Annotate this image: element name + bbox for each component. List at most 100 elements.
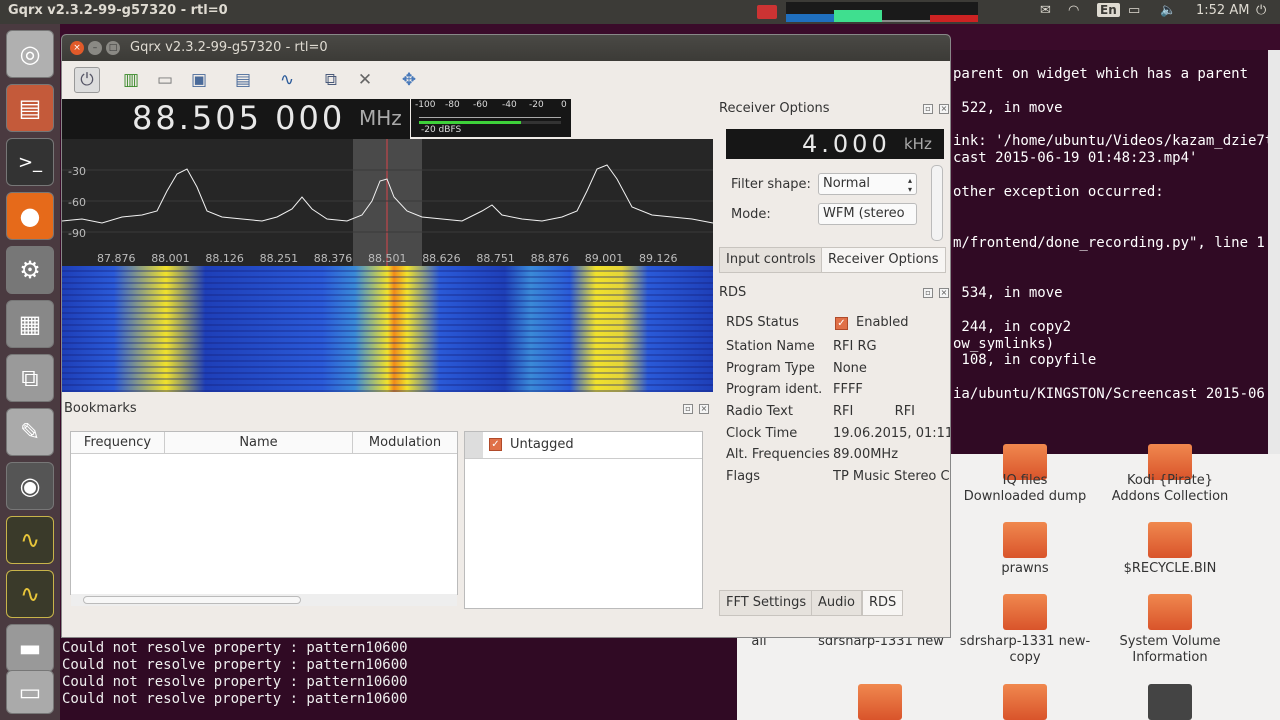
folder-icon[interactable] (1003, 594, 1047, 630)
folder-icon[interactable] (1003, 522, 1047, 558)
gqrx-icon-2[interactable]: ∿ (6, 570, 54, 618)
printer-icon[interactable]: ▭ (6, 670, 54, 714)
tab-rds[interactable]: RDS (862, 590, 904, 616)
battery-icon[interactable]: ▭ (1128, 3, 1140, 18)
offset-display[interactable]: 4.000 kHz (726, 129, 944, 159)
tag-label[interactable]: Untagged (510, 437, 574, 452)
memory-graph-icon[interactable] (834, 2, 882, 22)
fft-x-label: 88.001 (151, 252, 190, 265)
tools-icon[interactable]: ✕ (352, 67, 378, 93)
speaker-icon[interactable]: 🔈 (1160, 3, 1176, 18)
rds-value: RFI RG (833, 339, 877, 354)
rds-enabled-checkbox[interactable]: ✓ (835, 317, 848, 330)
tag-checkbox[interactable]: ✓ (489, 438, 502, 451)
folder-icon[interactable] (1148, 522, 1192, 558)
table-header: Frequency Name Modulation (71, 432, 457, 454)
maximize-icon[interactable]: □ (106, 41, 120, 55)
bookmark-icon[interactable]: ▤ (230, 67, 256, 93)
right-dock: Receiver Options ▫ × 4.000 kHz Filter sh… (713, 99, 950, 637)
terminal-scrollbar[interactable] (1268, 50, 1280, 454)
folder-icon[interactable] (1148, 594, 1192, 630)
tab-fft-settings[interactable]: FFT Settings (719, 590, 814, 616)
waterfall[interactable] (62, 266, 713, 392)
mail-icon[interactable]: ✉ (1040, 3, 1051, 18)
device-icon[interactable]: ▥ (118, 67, 144, 93)
record-icon[interactable] (757, 5, 777, 19)
close-icon[interactable]: × (699, 404, 709, 414)
close-icon[interactable]: × (70, 41, 84, 55)
minimize-icon[interactable]: – (88, 41, 102, 55)
bottom-terminal: Could not resolve property : pattern1060… (60, 636, 737, 720)
undock-icon[interactable]: ▫ (923, 288, 933, 298)
gqrx-icon[interactable]: ∿ (6, 516, 54, 564)
bookmarks-table[interactable]: Frequency Name Modulation (70, 431, 458, 606)
meter-tick-label: -80 (445, 100, 460, 110)
filter-shape-label: Filter shape: (731, 177, 811, 192)
frequency-display[interactable]: 88.505 000 MHz (62, 99, 410, 139)
tab-input-controls[interactable]: Input controls (719, 247, 823, 273)
mode-label: Mode: (731, 207, 771, 222)
folder-label[interactable]: sdrsharp-1331 new- copy (945, 634, 1105, 666)
mode-select[interactable]: WFM (stereo (818, 203, 917, 225)
clock[interactable]: 1:52 AM (1196, 3, 1249, 18)
fft-x-label: 88.876 (531, 252, 570, 265)
ubuntu-logo-icon[interactable]: ◎ (6, 30, 54, 78)
bookmarks-title: Bookmarks (64, 401, 137, 416)
scrollbar-thumb[interactable] (83, 596, 301, 604)
keyboard-language[interactable]: En (1097, 3, 1120, 17)
fft-x-label: 87.876 (97, 252, 136, 265)
folder-icon[interactable] (1003, 684, 1047, 720)
calculator-icon[interactable]: ▦ (6, 300, 54, 348)
disk-icon[interactable]: ◉ (6, 462, 54, 510)
terminal-icon[interactable]: >_ (6, 138, 54, 186)
folder-label[interactable]: System Volume Information (1090, 634, 1250, 666)
horizontal-scrollbar[interactable] (71, 594, 457, 606)
disk-graph-icon[interactable] (930, 2, 978, 22)
meter-level-bar (419, 121, 522, 124)
window-titlebar[interactable]: × – □ Gqrx v2.3.2-99-g57320 - rtl=0 (62, 35, 950, 61)
cpu-graph-icon[interactable] (786, 2, 834, 22)
rds-key: Program Type (726, 361, 815, 376)
waveform-icon[interactable]: ∿ (274, 67, 300, 93)
waterfall-texture (62, 266, 713, 392)
folder-label[interactable]: Kodi {Pirate} Addons Collection (1090, 473, 1250, 505)
text-editor-icon[interactable]: ✎ (6, 408, 54, 456)
tab-audio[interactable]: Audio (811, 590, 862, 616)
column-header[interactable]: Modulation (353, 432, 457, 454)
terminal-line: 522, in move (953, 99, 1063, 116)
folder-label[interactable]: $RECYCLE.BIN (1090, 561, 1250, 577)
close-icon[interactable]: × (939, 288, 949, 298)
frequency-value[interactable]: 88.505 000 (132, 99, 345, 137)
tab-receiver-options[interactable]: Receiver Options (821, 247, 946, 273)
power-icon[interactable]: ⏻ (1256, 3, 1266, 18)
files-icon[interactable]: ▤ (6, 84, 54, 132)
wifi-icon[interactable]: ◠ (1068, 3, 1079, 18)
undock-icon[interactable]: ▫ (923, 104, 933, 114)
tag-divider (465, 458, 702, 459)
fft-plot[interactable]: -30 -60 -90 87.876 88.001 88.126 88.251 88.3… (62, 139, 713, 266)
network-icon[interactable]: ⧉ (6, 354, 54, 402)
rds-value: None (833, 361, 867, 376)
column-header[interactable]: Name (165, 432, 353, 454)
tags-list[interactable]: ✓ Untagged (464, 431, 703, 609)
folder-label[interactable]: IQ files Downloaded dump (945, 473, 1105, 505)
drive-icon[interactable]: ▬ (6, 624, 54, 672)
drive-icon[interactable] (1148, 684, 1192, 720)
folder-label[interactable]: prawns (945, 561, 1105, 577)
close-icon[interactable]: × (939, 104, 949, 114)
folder-icon[interactable] (858, 684, 902, 720)
open-icon[interactable]: ▭ (152, 67, 178, 93)
network-graph-icon[interactable] (882, 2, 930, 22)
receiver-scrollbar[interactable] (931, 165, 943, 241)
windows-icon[interactable]: ⧉ (318, 67, 344, 93)
power-icon[interactable]: ⏻ (74, 67, 100, 93)
meter-scale: -100 -80 -60 -40 -20 0 (415, 100, 567, 112)
offset-value[interactable]: 4.000 (802, 130, 891, 158)
filter-shape-select[interactable]: Normal ▴ ▾ (818, 173, 917, 195)
settings-icon[interactable]: ⚙ (6, 246, 54, 294)
firefox-icon[interactable]: ● (6, 192, 54, 240)
undock-icon[interactable]: ▫ (683, 404, 693, 414)
save-icon[interactable]: ▣ (186, 67, 212, 93)
fullscreen-icon[interactable]: ✥ (396, 67, 422, 93)
column-header[interactable]: Frequency (71, 432, 165, 454)
